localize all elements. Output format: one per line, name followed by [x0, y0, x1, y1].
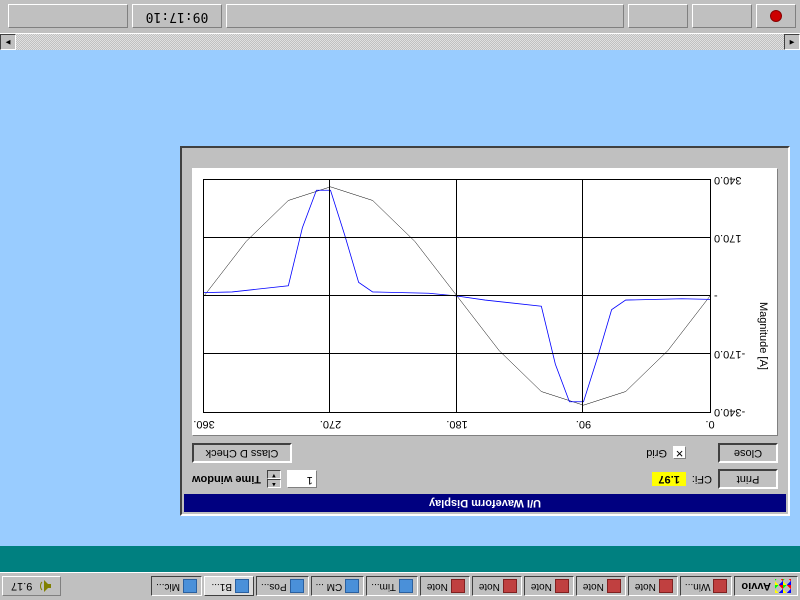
task-note[interactable]: Note	[524, 577, 574, 597]
start-button[interactable]: Avvio	[734, 577, 798, 597]
close-waveform-button[interactable]: Close	[718, 443, 778, 463]
toolbar-slot-2	[628, 5, 688, 29]
print-button[interactable]: Print	[718, 469, 778, 489]
scroll-track[interactable]	[16, 34, 784, 50]
task-icon	[183, 580, 197, 594]
series-current-pulse	[204, 190, 710, 402]
task-label: Mic...	[156, 581, 180, 592]
task-icon	[713, 580, 727, 594]
task-label: Note	[635, 581, 656, 592]
task-label: Note	[583, 581, 604, 592]
task-label: Note	[531, 581, 552, 592]
mdi-workspace: U/I Waveform Display Print CFi: 1.97 1 ▲…	[0, 50, 800, 546]
task-label: B1...	[211, 581, 232, 592]
scroll-right-button[interactable]: ►	[0, 34, 16, 50]
y-tick: -	[714, 290, 762, 302]
workspace-scrollbar[interactable]: ◄ ►	[0, 34, 800, 50]
task-mic[interactable]: Mic...	[151, 577, 202, 597]
system-tray: 9.17	[2, 577, 61, 597]
task-icon	[345, 580, 359, 594]
x-tick: 180.	[446, 418, 467, 430]
task-icon	[235, 580, 249, 594]
x-tick: 90.	[576, 418, 591, 430]
y-tick: -340.0	[714, 406, 762, 418]
task-icon	[503, 580, 517, 594]
task-label: Note	[479, 581, 500, 592]
x-tick: 360.	[193, 418, 214, 430]
plot-area: 0.90.180.270.360.-340.0-170.0-170.0340.0	[203, 179, 711, 413]
record-button[interactable]	[756, 5, 796, 29]
tray-clock: 9.17	[11, 581, 32, 593]
time-window-input[interactable]: 1	[287, 470, 317, 488]
task-b1[interactable]: B1...	[204, 577, 254, 597]
record-icon	[770, 11, 782, 23]
y-tick: -170.0	[714, 348, 762, 360]
task-tim[interactable]: Tim...	[366, 577, 418, 597]
task-cm[interactable]: CM ...	[311, 577, 365, 597]
toolbar-time: 09:17:10	[132, 5, 222, 29]
system-taskbar: Avvio Win... Note Note Note Note Note Tim... CM…	[0, 572, 800, 600]
task-label: CM ...	[316, 581, 343, 592]
speaker-icon	[38, 580, 52, 594]
start-label: Avvio	[741, 581, 771, 593]
y-tick: 170.0	[714, 232, 762, 244]
task-icon	[290, 580, 304, 594]
task-label: Pos...	[261, 581, 287, 592]
y-tick: 340.0	[714, 174, 762, 186]
toolbar-slot-wide	[226, 5, 624, 29]
class-d-check-button[interactable]: Class D Check	[192, 443, 292, 463]
task-icon	[555, 580, 569, 594]
grid-label: Grid	[646, 447, 667, 459]
task-icon	[659, 580, 673, 594]
time-window-label: Time window	[192, 473, 261, 485]
task-label: Note	[427, 581, 448, 592]
waveform-window: U/I Waveform Display Print CFi: 1.97 1 ▲…	[180, 146, 790, 516]
cf-value: 1.97	[652, 472, 685, 486]
scroll-left-button[interactable]: ◄	[784, 34, 800, 50]
toolbar-slot-3	[8, 5, 128, 29]
task-note[interactable]: Note	[628, 577, 678, 597]
cf-label: CFi:	[692, 473, 712, 485]
grid-checkbox[interactable]: ✕	[673, 447, 686, 460]
task-icon	[451, 580, 465, 594]
waveform-window-title: U/I Waveform Display	[184, 494, 786, 512]
task-label: Win...	[685, 581, 711, 592]
task-pos[interactable]: Pos...	[256, 577, 309, 597]
x-tick: 0.	[705, 418, 714, 430]
record-toolbar: 09:17:10	[0, 0, 800, 34]
task-icon	[399, 580, 413, 594]
task-label: Tim...	[371, 581, 396, 592]
waveform-plot: Magnitude [A] 0.90.180.270.360.-340.0-17…	[192, 168, 778, 436]
task-icon	[607, 580, 621, 594]
time-window-spinner[interactable]: ▲▼	[267, 470, 281, 488]
task-win[interactable]: Win...	[680, 577, 733, 597]
x-tick: 270.	[320, 418, 341, 430]
task-note[interactable]: Note	[420, 577, 470, 597]
task-note[interactable]: Note	[472, 577, 522, 597]
windows-icon	[775, 580, 791, 594]
task-note[interactable]: Note	[576, 577, 626, 597]
toolbar-slot-1	[692, 5, 752, 29]
